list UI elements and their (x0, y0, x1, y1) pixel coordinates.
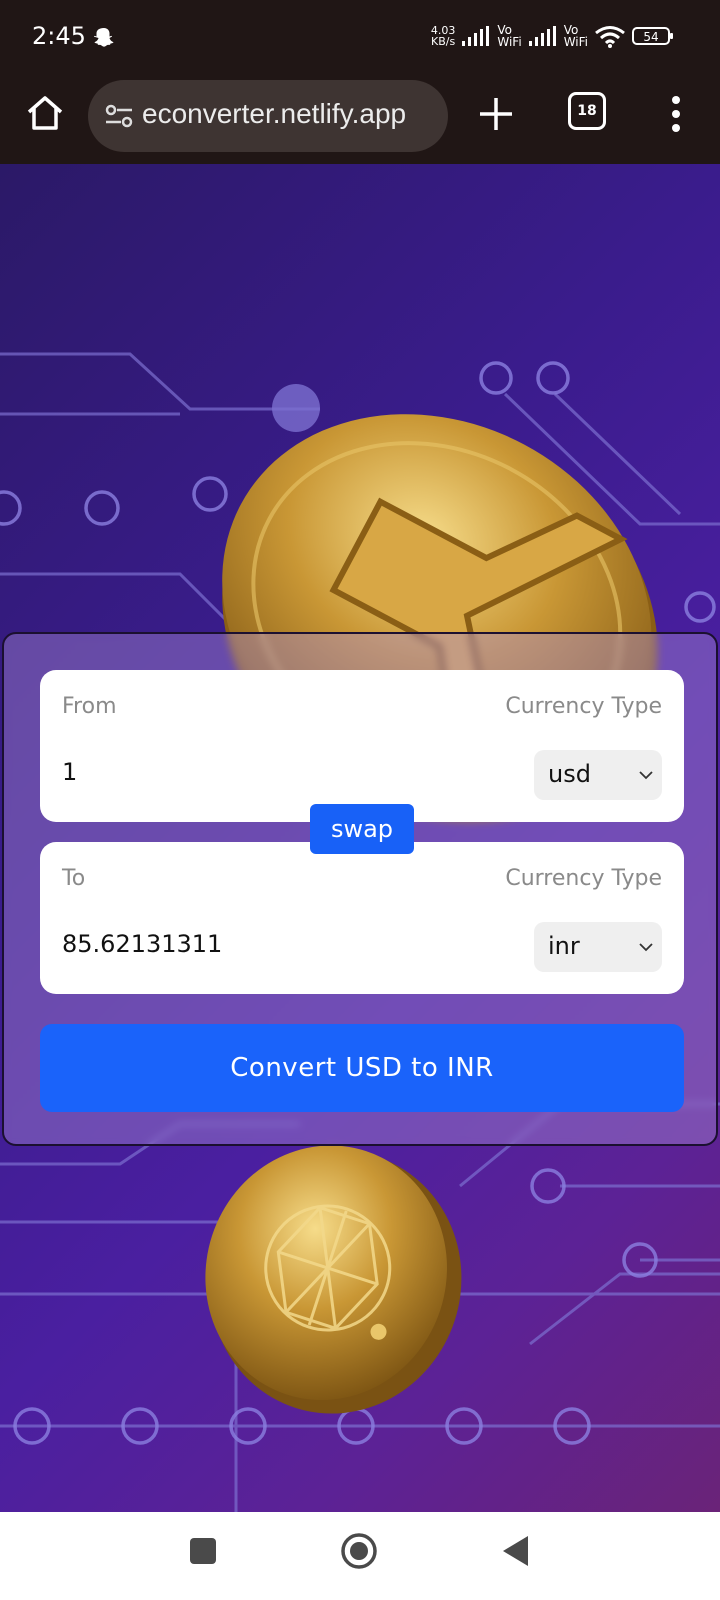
chevron-down-icon (639, 943, 653, 952)
sim1-vowifi: Vo WiFi (497, 24, 521, 48)
to-label: To (62, 866, 86, 891)
tab-count[interactable]: 18 (568, 92, 606, 130)
snapchat-icon (94, 28, 114, 47)
to-currency-value[interactable]: inr (548, 932, 580, 960)
sim2-vowifi: Vo WiFi (564, 24, 588, 48)
home-icon[interactable] (24, 92, 66, 134)
tabs-button[interactable]: 18 (568, 92, 608, 132)
sim2-label-bottom: WiFi (563, 35, 588, 49)
battery-icon: 54 (632, 27, 673, 45)
to-currency-type-label: Currency Type (505, 866, 662, 891)
back-icon[interactable] (500, 1534, 530, 1568)
converter-card: From Currency Type usd To Currency Type … (2, 632, 718, 1146)
from-currency-value[interactable]: usd (548, 760, 591, 788)
menu-icon[interactable] (664, 92, 688, 136)
from-currency-type-label: Currency Type (505, 694, 662, 719)
status-bar: 2:45 4.03 KB/s Vo WiFi Vo WiFi 54 (0, 0, 720, 80)
swap-button[interactable]: swap (310, 804, 414, 854)
navigation-bar (0, 1512, 720, 1600)
convert-button[interactable]: Convert USD to INR (40, 1024, 684, 1112)
battery-level: 54 (643, 30, 658, 44)
url-text[interactable]: econverter.netlify.app (142, 98, 406, 130)
network-speed: 4.03 KB/s (431, 25, 456, 47)
from-label: From (62, 694, 117, 719)
to-amount-input[interactable] (62, 926, 382, 962)
home-icon[interactable] (340, 1532, 378, 1570)
from-currency-select[interactable]: usd (534, 750, 662, 800)
to-panel: To Currency Type inr (40, 842, 684, 994)
from-panel: From Currency Type usd (40, 670, 684, 822)
status-indicators: 4.03 KB/s Vo WiFi Vo WiFi 54 (431, 24, 674, 48)
to-currency-select[interactable]: inr (534, 922, 662, 972)
site-settings-icon[interactable] (104, 102, 134, 130)
signal-icon (528, 26, 556, 46)
new-tab-icon[interactable] (476, 94, 516, 134)
recents-icon[interactable] (190, 1538, 216, 1564)
sim1-label-bottom: WiFi (497, 35, 522, 49)
network-speed-unit: KB/s (431, 35, 456, 48)
address-bar[interactable]: econverter.netlify.app (88, 80, 448, 152)
chevron-down-icon (639, 771, 653, 780)
status-time: 2:45 (32, 22, 86, 50)
wifi-icon (595, 26, 625, 48)
browser-toolbar: econverter.netlify.app 18 (0, 80, 720, 164)
signal-icon (462, 26, 490, 46)
from-amount-input[interactable] (62, 754, 382, 790)
